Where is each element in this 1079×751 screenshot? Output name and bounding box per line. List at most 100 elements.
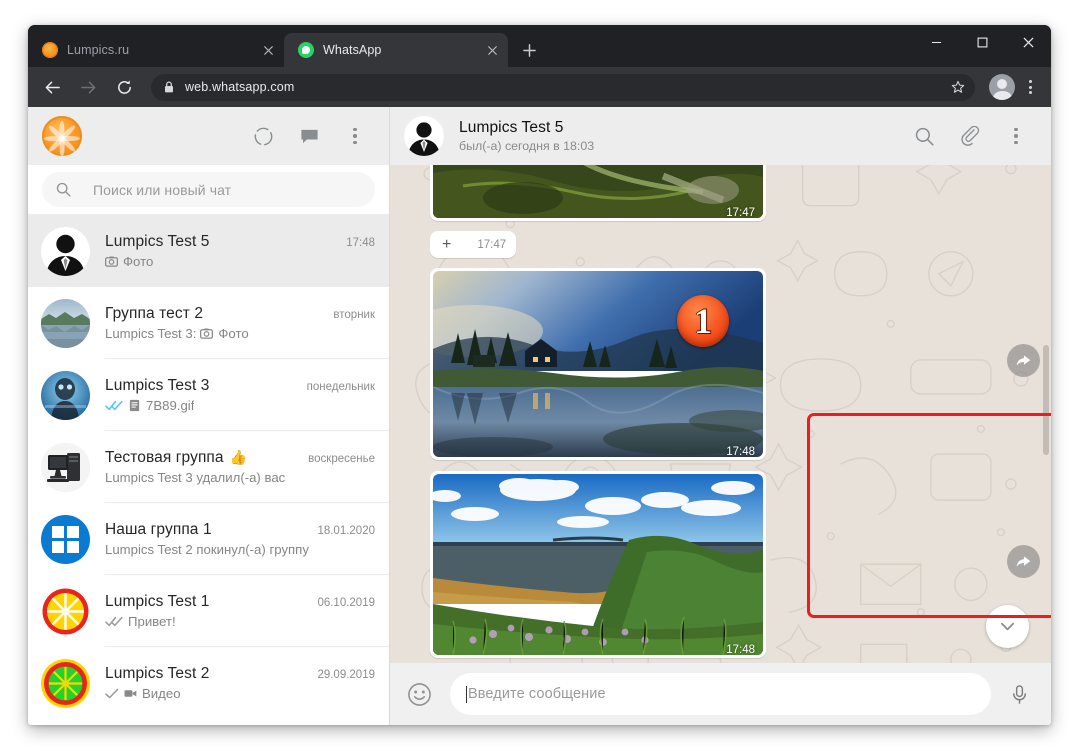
chat-snippet: Привет! bbox=[128, 614, 176, 629]
chat-list[interactable]: Lumpics Test 5 17:48 Фото bbox=[28, 215, 389, 725]
misty-lake-photo[interactable]: 1 17:48 bbox=[433, 271, 763, 457]
image-message-bubble[interactable]: 17:47 bbox=[430, 165, 766, 221]
double-check-icon bbox=[105, 400, 123, 411]
microphone-icon[interactable] bbox=[1005, 680, 1033, 708]
window-controls bbox=[913, 25, 1051, 59]
back-arrow-icon[interactable] bbox=[37, 72, 67, 102]
list-item[interactable]: Тестовая группа 👍 воскресенье Lumpics Te… bbox=[28, 431, 389, 503]
close-icon[interactable] bbox=[258, 40, 278, 60]
message-scrollbar[interactable] bbox=[1043, 345, 1049, 455]
message-list[interactable]: 17:47 + 17:47 bbox=[390, 165, 1051, 663]
search-input[interactable]: Поиск или новый чат bbox=[42, 172, 375, 207]
forward-arrow-icon[interactable] bbox=[73, 72, 103, 102]
tab-lumpics[interactable]: Lumpics.ru bbox=[28, 33, 284, 67]
orange-citrus-avatar[interactable] bbox=[42, 116, 82, 156]
list-item[interactable]: Наша группа 1 18.01.2020 Lumpics Test 2 … bbox=[28, 503, 389, 575]
whatsapp-icon bbox=[298, 42, 314, 58]
status-circle-icon[interactable] bbox=[246, 119, 280, 153]
list-item[interactable]: Группа тест 2 вторник Lumpics Test 3: Фо… bbox=[28, 287, 389, 359]
search-bar-container: Поиск или новый чат bbox=[28, 165, 389, 215]
chat-snippet: Фото bbox=[123, 254, 153, 269]
chat-time: 17:48 bbox=[337, 237, 375, 249]
chat-snippet: Lumpics Test 2 покинул(-а) группу bbox=[105, 542, 309, 557]
browser-tab-strip: Lumpics.ru WhatsApp bbox=[28, 25, 1051, 67]
list-item[interactable]: Lumpics Test 3 понедельник bbox=[28, 359, 389, 431]
list-item[interactable]: Lumpics Test 2 29.09.2019 bbox=[28, 647, 389, 719]
message-input[interactable]: Введите сообщение bbox=[450, 673, 991, 715]
message-row[interactable]: 1 17:48 bbox=[430, 268, 996, 460]
profile-avatar-icon[interactable] bbox=[989, 74, 1015, 100]
message-input-placeholder: Введите сообщение bbox=[468, 686, 606, 702]
lock-icon bbox=[164, 81, 174, 93]
double-check-icon bbox=[105, 616, 123, 627]
chevron-down-icon[interactable] bbox=[986, 605, 1029, 648]
list-item-title-row: Lumpics Test 5 17:48 bbox=[105, 233, 375, 251]
search-icon[interactable] bbox=[907, 119, 941, 153]
list-item[interactable]: Lumpics Test 5 17:48 Фото bbox=[28, 215, 389, 287]
blue-robot-avatar bbox=[41, 371, 90, 420]
list-item-snippet-row: Видео bbox=[105, 686, 375, 701]
peer-status: был(-а) сегодня в 18:03 bbox=[459, 138, 594, 154]
list-item-body: Тестовая группа 👍 воскресенье Lumpics Te… bbox=[105, 431, 389, 503]
image-message-bubble[interactable]: 17:48 bbox=[430, 471, 766, 658]
chats-panel: Поиск или новый чат bbox=[28, 107, 390, 725]
chat-snippet: Lumpics Test 3 удалил(-а) вас bbox=[105, 470, 285, 485]
close-icon[interactable] bbox=[482, 40, 502, 60]
camera-icon bbox=[105, 255, 118, 268]
star-icon[interactable] bbox=[951, 80, 965, 94]
text-message-bubble[interactable]: + 17:47 bbox=[430, 231, 516, 258]
message-row[interactable]: 17:48 bbox=[430, 471, 996, 658]
browser-window: Lumpics.ru WhatsApp bbox=[28, 25, 1051, 725]
message-text: + bbox=[442, 237, 451, 253]
menu-dots-icon[interactable] bbox=[999, 119, 1033, 153]
menu-dots-icon[interactable] bbox=[338, 119, 372, 153]
list-item-title-row: Наша группа 1 18.01.2020 bbox=[105, 521, 375, 539]
lake-landscape-avatar bbox=[41, 299, 90, 348]
screenshot-root: Lumpics.ru WhatsApp bbox=[0, 0, 1079, 751]
address-bar[interactable]: web.whatsapp.com bbox=[151, 74, 975, 101]
list-item-body: Lumpics Test 2 29.09.2019 bbox=[105, 647, 389, 719]
businessman-avatar bbox=[41, 227, 90, 276]
single-check-icon bbox=[105, 688, 119, 699]
new-tab-button[interactable] bbox=[514, 35, 544, 65]
status-badge: 1 bbox=[677, 295, 729, 347]
browser-menu-icon[interactable] bbox=[1018, 73, 1042, 101]
search-placeholder: Поиск или новый чат bbox=[93, 182, 231, 198]
reload-icon[interactable] bbox=[109, 72, 139, 102]
list-item-body: Группа тест 2 вторник Lumpics Test 3: Фо… bbox=[105, 287, 389, 359]
message-composer: Введите сообщение bbox=[390, 663, 1051, 725]
chat-time: понедельник bbox=[298, 381, 375, 393]
smiley-icon[interactable] bbox=[404, 679, 434, 709]
minimize-button[interactable] bbox=[913, 25, 959, 59]
list-item[interactable]: Lumpics Test 1 06.10.2019 bbox=[28, 575, 389, 647]
tab-whatsapp[interactable]: WhatsApp bbox=[284, 33, 508, 67]
businessman-avatar[interactable] bbox=[404, 116, 444, 156]
seaside-cliff-photo[interactable]: 17:48 bbox=[433, 474, 763, 655]
close-button[interactable] bbox=[1005, 25, 1051, 59]
maximize-button[interactable] bbox=[959, 25, 1005, 59]
image-message-bubble[interactable]: 1 17:48 bbox=[430, 268, 766, 460]
chat-name: Наша группа 1 bbox=[105, 521, 212, 539]
chat-snippet: Видео bbox=[142, 686, 181, 701]
document-icon bbox=[128, 399, 141, 412]
list-item-snippet-row: 7B89.gif bbox=[105, 398, 375, 413]
chat-time: 06.10.2019 bbox=[308, 597, 375, 609]
conversation-panel: Lumpics Test 5 был(-а) сегодня в 18:03 bbox=[390, 107, 1051, 725]
forest-photo[interactable]: 17:47 bbox=[433, 165, 763, 218]
chat-snippet: Фото bbox=[218, 326, 248, 341]
list-item-body: Наша группа 1 18.01.2020 Lumpics Test 2 … bbox=[105, 503, 389, 575]
chats-panel-header bbox=[28, 107, 389, 165]
list-item-snippet-row: Привет! bbox=[105, 614, 375, 629]
conversation-header: Lumpics Test 5 был(-а) сегодня в 18:03 bbox=[390, 107, 1051, 165]
video-icon bbox=[124, 687, 137, 700]
chat-name: Lumpics Test 1 bbox=[105, 593, 210, 611]
paperclip-icon[interactable] bbox=[953, 119, 987, 153]
tab-title: WhatsApp bbox=[323, 43, 482, 57]
message-row[interactable]: + 17:47 bbox=[430, 231, 996, 258]
chat-sender-prefix: Lumpics Test 3: bbox=[105, 326, 196, 341]
message-row[interactable]: 17:47 bbox=[430, 165, 996, 221]
list-item-snippet-row: Lumpics Test 3: Фото bbox=[105, 326, 375, 341]
forward-share-icon[interactable] bbox=[1007, 545, 1040, 578]
new-chat-icon[interactable] bbox=[292, 119, 326, 153]
forward-share-icon[interactable] bbox=[1007, 344, 1040, 377]
